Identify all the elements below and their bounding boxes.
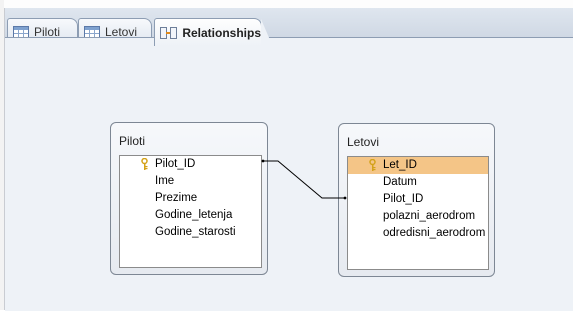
- tab-label: Relationships: [182, 25, 261, 40]
- relationships-canvas[interactable]: Piloti Pilot_ID Ime Prezime Godine_leten…: [5, 37, 573, 311]
- tab-relationships[interactable]: Relationships: [154, 18, 273, 47]
- relationship-line[interactable]: [5, 38, 573, 311]
- relationships-icon: [160, 26, 178, 40]
- document-tab-strip: Piloti Letovi Relationships: [5, 8, 573, 47]
- ribbon-edge: [4, 0, 573, 8]
